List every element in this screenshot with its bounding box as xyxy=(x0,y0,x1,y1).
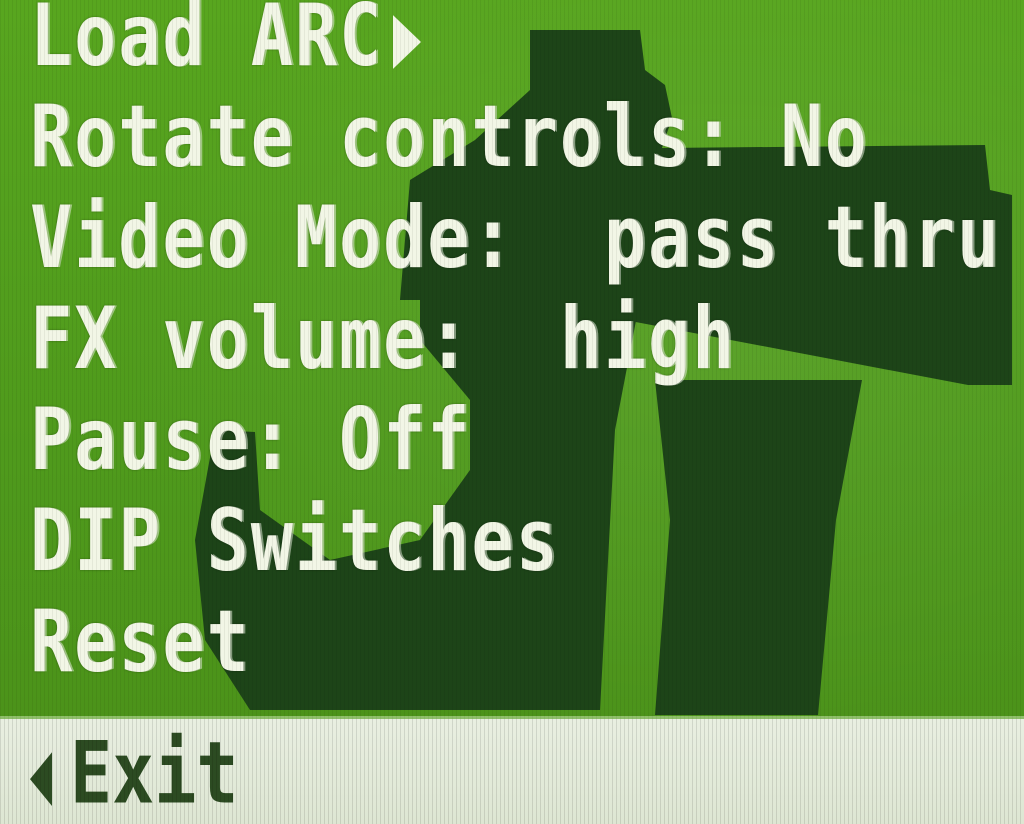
menu-item-label: Rotate controls: No xyxy=(30,86,869,187)
back-arrow-icon xyxy=(30,752,52,806)
chevron-right-icon xyxy=(393,15,422,69)
settings-menu: Load ARC Rotate controls: No Video Mode:… xyxy=(30,0,1001,693)
menu-item-label: DIP Switches xyxy=(30,490,560,591)
menu-item-label: Reset xyxy=(30,591,251,692)
menu-item-label: Video Mode: pass thru xyxy=(30,187,1002,288)
menu-screen: Load ARC Rotate controls: No Video Mode:… xyxy=(0,0,1024,824)
menu-item-label: Load ARC xyxy=(30,0,384,86)
footer-bar: Exit xyxy=(0,716,1024,824)
menu-item-label: FX volume: high xyxy=(30,288,737,389)
exit-button[interactable]: Exit xyxy=(30,707,239,824)
menu-item-reset[interactable]: Reset xyxy=(30,581,1001,704)
exit-label: Exit xyxy=(70,722,239,824)
menu-item-label: Pause: Off xyxy=(30,389,472,490)
